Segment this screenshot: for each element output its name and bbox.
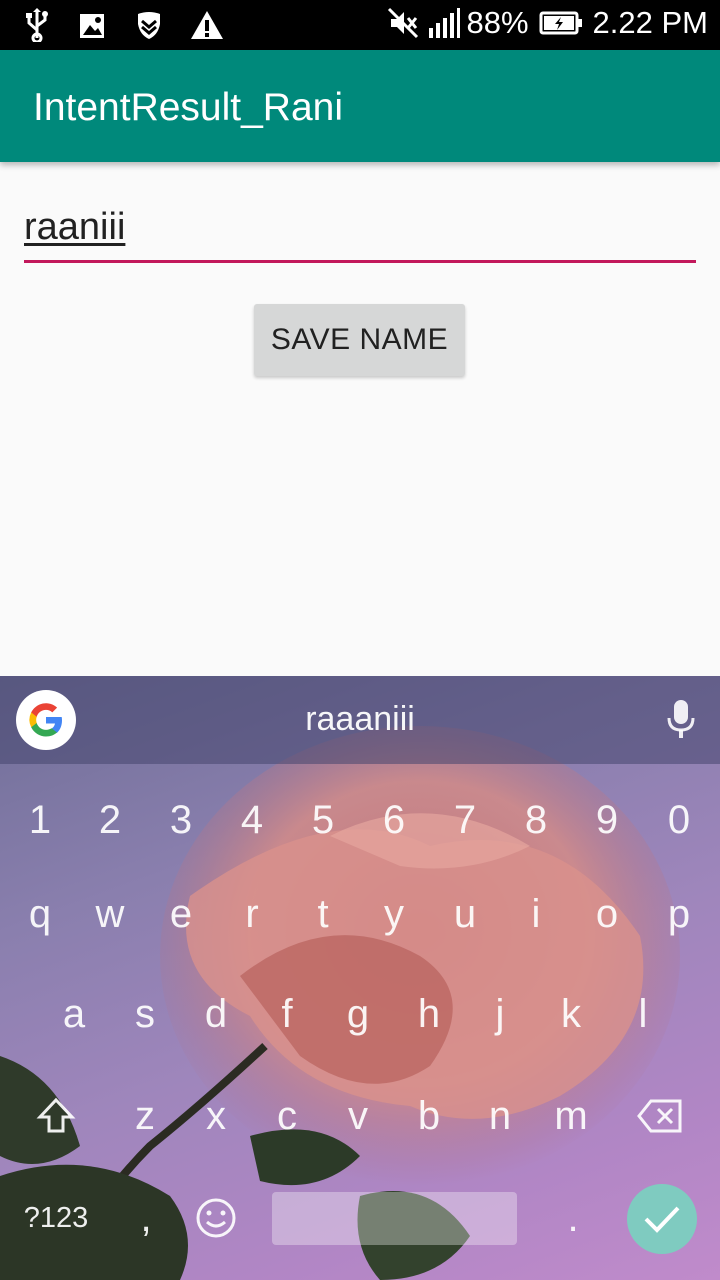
system-status: 88% 2.22 PM xyxy=(387,5,708,41)
symbols-key[interactable]: ?123 xyxy=(20,1178,92,1258)
usb-icon xyxy=(22,8,52,44)
emoji-icon[interactable] xyxy=(180,1178,252,1258)
microphone-icon[interactable] xyxy=(664,696,698,744)
key-m[interactable]: m xyxy=(535,1076,607,1156)
key-d[interactable]: d xyxy=(180,974,252,1054)
period-key[interactable]: . xyxy=(537,1178,609,1258)
save-name-button[interactable]: SAVE NAME xyxy=(254,304,465,376)
key-l[interactable]: l xyxy=(607,974,679,1054)
key-g[interactable]: g xyxy=(322,974,394,1054)
shield-icon xyxy=(134,8,164,42)
status-bar: 88% 2.22 PM xyxy=(0,0,720,50)
key-x[interactable]: x xyxy=(180,1076,252,1156)
key-e[interactable]: e xyxy=(145,874,217,954)
key-f[interactable]: f xyxy=(251,974,323,1054)
key-9[interactable]: 9 xyxy=(571,780,643,860)
key-8[interactable]: 8 xyxy=(500,780,572,860)
mute-icon xyxy=(387,6,418,40)
key-4[interactable]: 4 xyxy=(216,780,288,860)
qwerty-row: q w e r t y u i o p xyxy=(0,874,720,954)
shift-icon[interactable] xyxy=(20,1076,92,1156)
name-input[interactable]: raaniii xyxy=(24,203,696,263)
image-icon xyxy=(78,8,108,42)
key-z[interactable]: z xyxy=(109,1076,181,1156)
key-1[interactable]: 1 xyxy=(4,780,76,860)
bottom-letter-row: z x c v b n m xyxy=(0,1076,720,1156)
comma-key[interactable]: , xyxy=(110,1178,182,1258)
notification-icons xyxy=(22,8,223,44)
clock: 2.22 PM xyxy=(592,5,708,40)
key-p[interactable]: p xyxy=(643,874,715,954)
key-y[interactable]: y xyxy=(358,874,430,954)
space-bar[interactable] xyxy=(272,1192,517,1245)
key-w[interactable]: w xyxy=(74,874,146,954)
key-j[interactable]: j xyxy=(464,974,536,1054)
name-input-value: raaniii xyxy=(24,206,126,248)
signal-icon xyxy=(427,6,460,40)
key-q[interactable]: q xyxy=(4,874,76,954)
key-s[interactable]: s xyxy=(109,974,181,1054)
key-o[interactable]: o xyxy=(571,874,643,954)
backspace-icon[interactable] xyxy=(624,1076,696,1156)
key-b[interactable]: b xyxy=(393,1076,465,1156)
battery-percent: 88% xyxy=(466,5,529,40)
suggestion-word[interactable]: raaaniii xyxy=(0,700,720,739)
key-7[interactable]: 7 xyxy=(429,780,501,860)
key-u[interactable]: u xyxy=(429,874,501,954)
key-n[interactable]: n xyxy=(464,1076,536,1156)
number-row: 1 2 3 4 5 6 7 8 9 0 xyxy=(0,780,720,860)
warning-icon xyxy=(190,8,223,42)
soft-keyboard: raaaniii 1 2 3 4 5 6 7 8 9 0 q w e r t y… xyxy=(0,676,720,1280)
key-v[interactable]: v xyxy=(322,1076,394,1156)
key-c[interactable]: c xyxy=(251,1076,323,1156)
key-5[interactable]: 5 xyxy=(287,780,359,860)
key-0[interactable]: 0 xyxy=(643,780,715,860)
key-a[interactable]: a xyxy=(38,974,110,1054)
key-r[interactable]: r xyxy=(216,874,288,954)
checkmark-icon[interactable] xyxy=(627,1184,697,1254)
app-title: IntentResult_Rani xyxy=(33,86,344,129)
app-bar: IntentResult_Rani xyxy=(0,50,720,162)
suggestion-bar: raaaniii xyxy=(0,676,720,764)
battery-charging-icon xyxy=(539,6,583,40)
key-6[interactable]: 6 xyxy=(358,780,430,860)
home-row: a s d f g h j k l xyxy=(0,974,720,1054)
key-t[interactable]: t xyxy=(287,874,359,954)
key-3[interactable]: 3 xyxy=(145,780,217,860)
key-2[interactable]: 2 xyxy=(74,780,146,860)
key-k[interactable]: k xyxy=(535,974,607,1054)
key-i[interactable]: i xyxy=(500,874,572,954)
key-h[interactable]: h xyxy=(393,974,465,1054)
